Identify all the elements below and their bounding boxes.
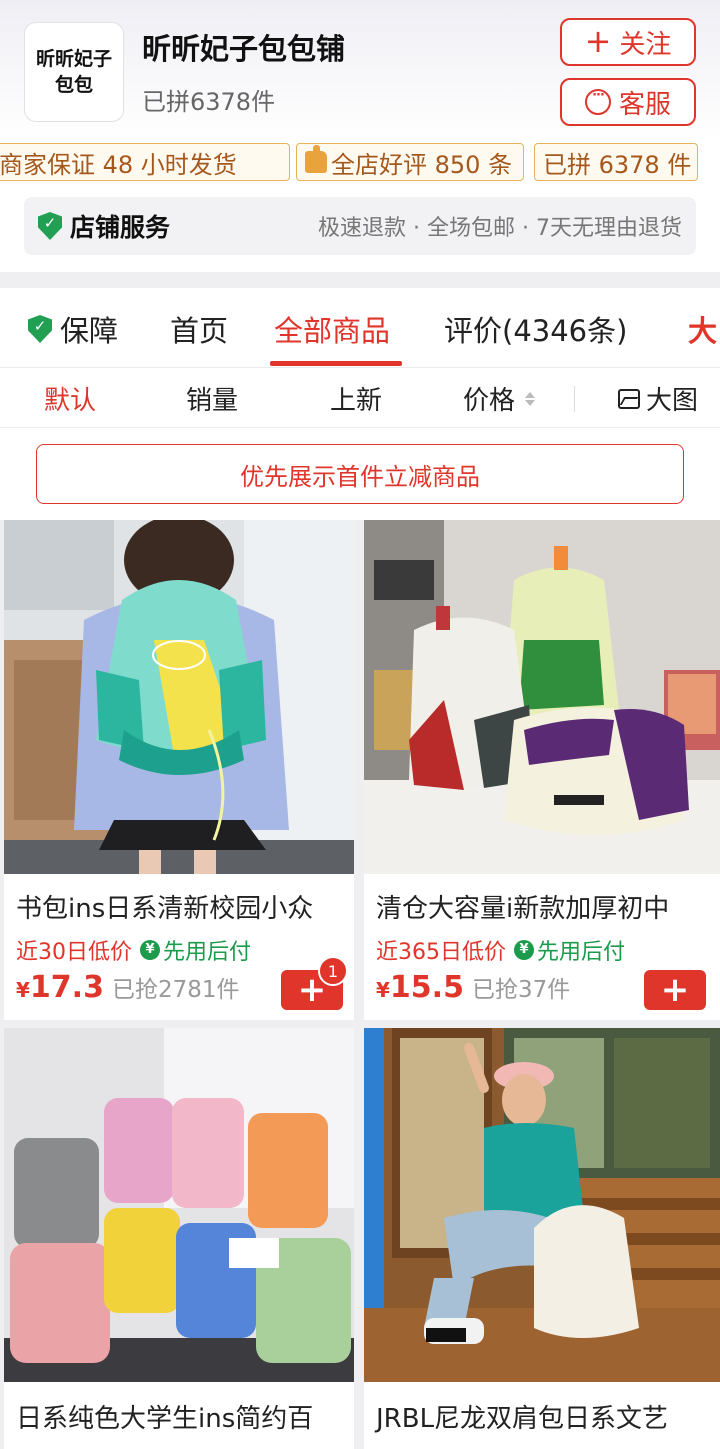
sort-bar: 默认 销量 上新 价格 大图: [0, 368, 720, 428]
sort-sales[interactable]: 销量: [186, 380, 238, 417]
product-sold-count: 已抢37件: [471, 977, 571, 1003]
tab-more[interactable]: 大: [688, 308, 717, 350]
product-price: ¥17.3: [16, 970, 104, 1005]
cart-count-badge: 1: [318, 956, 348, 986]
tab-guarantee-label: 保障: [60, 314, 119, 348]
promo-area: 优先展示首件立减商品: [0, 428, 720, 520]
customer-service-button[interactable]: 客服: [560, 78, 696, 126]
store-service-title: 店铺服务: [70, 213, 171, 242]
product-price-row: ¥15.5 已抢37件: [376, 970, 570, 1005]
tab-guarantee[interactable]: 保障: [28, 308, 118, 350]
low-price-tag: 近30日低价: [16, 940, 132, 965]
thumbs-up-icon: [305, 145, 327, 173]
product-image[interactable]: [364, 1028, 720, 1382]
store-name[interactable]: 昕昕妃子包包铺: [142, 26, 345, 68]
product-title: JRBL尼龙双肩包日系文艺: [376, 1404, 669, 1434]
product-card[interactable]: 书包ins日系清新校园小众 近30日低价 先用后付 ¥17.3 已抢2781件 …: [4, 520, 354, 1020]
pay-after-tag: 先用后付: [514, 934, 625, 966]
sort-new[interactable]: 上新: [330, 380, 382, 417]
product-card[interactable]: JRBL尼龙双肩包日系文艺: [364, 1028, 720, 1449]
badge-good-reviews-label: 全店好评 850 条: [331, 150, 513, 179]
product-title: 清仓大容量i新款加厚初中: [376, 894, 670, 924]
first-item-discount-filter[interactable]: 优先展示首件立减商品: [36, 444, 684, 504]
big-view-toggle[interactable]: 大图: [618, 380, 698, 417]
customer-service-label: 客服: [618, 89, 671, 120]
badge-sold-count-label: 已拼 6378 件: [543, 150, 692, 179]
product-title: 书包ins日系清新校园小众: [16, 894, 314, 924]
pay-later-icon: [514, 940, 534, 960]
chat-icon: [584, 88, 611, 115]
product-tags: 近30日低价 先用后付: [16, 934, 251, 966]
product-card[interactable]: 清仓大容量i新款加厚初中 近365日低价 先用后付 ¥15.5 已抢37件 +: [364, 520, 720, 1020]
currency-symbol: ¥: [376, 978, 390, 1002]
picture-icon: [618, 388, 640, 409]
product-card[interactable]: 日系纯色大学生ins简约百: [4, 1028, 354, 1449]
product-price: ¥15.5: [376, 970, 464, 1005]
product-price-value: 15.5: [389, 970, 464, 1005]
low-price-tag: 近365日低价: [376, 940, 506, 965]
tab-reviews[interactable]: 评价(4346条): [444, 308, 627, 350]
badge-sold-count: 已拼 6378 件: [534, 143, 698, 181]
shield-check-icon: [38, 212, 62, 240]
store-tabs: 保障 首页 全部商品 评价(4346条) 大: [0, 288, 720, 368]
add-to-cart-button[interactable]: +: [644, 970, 706, 1010]
store-sales-count: 已拼6378件: [142, 88, 276, 116]
store-header: 昕昕妃子包包 昕昕妃子包包铺 已拼6378件 + 关注 客服 商家保证 48 小…: [0, 0, 720, 272]
follow-label: 关注: [619, 29, 672, 60]
sort-price-label: 价格: [463, 386, 516, 416]
active-tab-indicator: [270, 361, 402, 366]
store-service-bar[interactable]: 店铺服务 极速退款 · 全场包邮 · 7天无理由退货: [24, 197, 696, 255]
badge-shipping: 商家保证 48 小时发货: [0, 143, 290, 181]
sort-divider: [574, 386, 575, 412]
product-title: 日系纯色大学生ins简约百: [16, 1404, 314, 1434]
sort-price[interactable]: 价格: [463, 380, 536, 417]
product-image[interactable]: [364, 520, 720, 874]
pay-later-icon: [140, 940, 160, 960]
product-sold-count: 已抢2781件: [111, 977, 240, 1003]
tab-home[interactable]: 首页: [170, 308, 228, 350]
currency-symbol: ¥: [16, 978, 30, 1002]
product-image[interactable]: [4, 520, 354, 874]
pay-after-label: 先用后付: [537, 940, 626, 965]
store-logo[interactable]: 昕昕妃子包包: [24, 22, 124, 122]
store-badges: 商家保证 48 小时发货 全店好评 850 条 已拼 6378 件: [0, 143, 720, 181]
sort-updown-icon: [525, 391, 536, 406]
plus-icon: +: [584, 21, 612, 60]
product-image[interactable]: [4, 1028, 354, 1382]
plus-icon: +: [660, 970, 690, 1010]
badge-shipping-label: 商家保证 48 小时发货: [0, 150, 237, 179]
big-view-label: 大图: [646, 386, 699, 416]
badge-good-reviews: 全店好评 850 条: [296, 143, 524, 181]
product-price-value: 17.3: [29, 970, 104, 1005]
sort-default[interactable]: 默认: [44, 380, 96, 417]
product-tags: 近365日低价 先用后付: [376, 934, 625, 966]
pay-after-tag: 先用后付: [140, 934, 251, 966]
tab-all-products[interactable]: 全部商品: [274, 308, 390, 350]
shield-check-icon: [28, 315, 52, 343]
follow-button[interactable]: + 关注: [560, 18, 696, 66]
store-logo-text: 昕昕妃子包包: [35, 48, 112, 96]
product-price-row: ¥17.3 已抢2781件: [16, 970, 240, 1005]
store-service-items: 极速退款 · 全场包邮 · 7天无理由退货: [318, 216, 682, 241]
pay-after-label: 先用后付: [163, 940, 252, 965]
